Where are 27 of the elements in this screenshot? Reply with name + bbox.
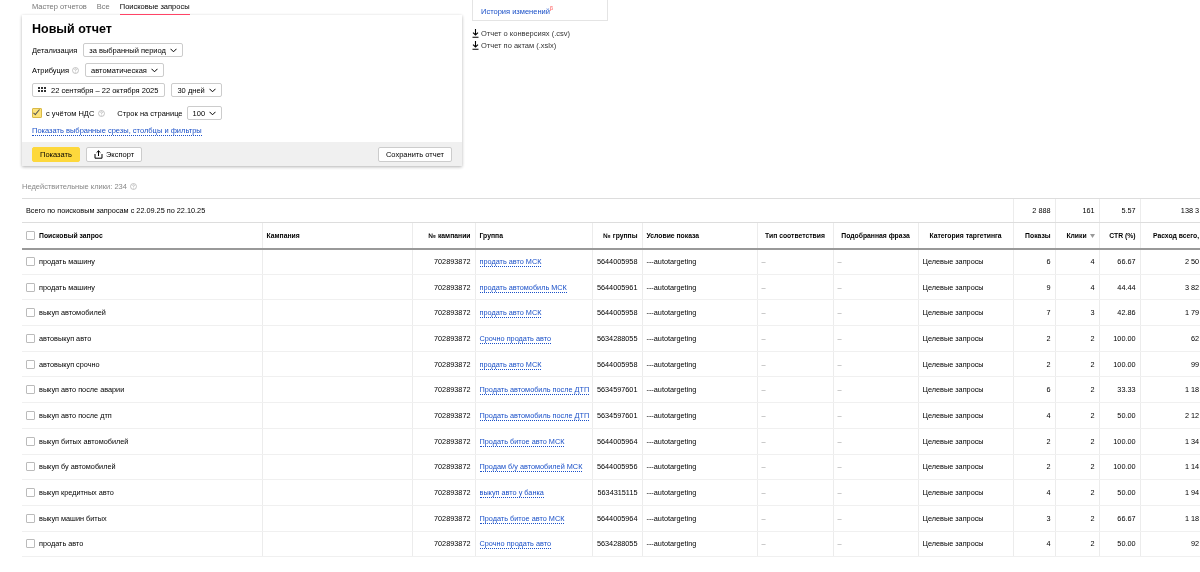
checkbox[interactable] bbox=[26, 539, 35, 549]
upload-icon bbox=[93, 149, 103, 159]
download-icon bbox=[472, 29, 479, 38]
checkbox[interactable] bbox=[26, 257, 35, 267]
checkbox[interactable] bbox=[26, 385, 35, 395]
help-icon bbox=[72, 66, 80, 74]
checkbox[interactable] bbox=[26, 410, 35, 420]
chevron-down-icon bbox=[208, 87, 216, 93]
checkbox[interactable] bbox=[26, 436, 35, 446]
chevron-down-icon bbox=[150, 67, 158, 73]
checkbox[interactable] bbox=[26, 488, 35, 498]
help-icon bbox=[98, 109, 106, 117]
checkbox[interactable] bbox=[26, 462, 35, 472]
checkbox[interactable] bbox=[26, 308, 35, 318]
checkbox[interactable] bbox=[26, 230, 35, 240]
help-icon bbox=[129, 183, 137, 190]
sort-down-icon[interactable] bbox=[1089, 233, 1095, 238]
checkbox[interactable] bbox=[26, 333, 35, 343]
chevron-down-icon bbox=[209, 110, 217, 116]
report-title: Новый отчет bbox=[32, 22, 113, 36]
checkbox[interactable] bbox=[32, 108, 42, 118]
checkbox[interactable] bbox=[26, 513, 35, 523]
checkbox[interactable] bbox=[26, 282, 35, 292]
calendar-icon bbox=[38, 86, 47, 94]
checkbox[interactable] bbox=[26, 359, 35, 369]
chevron-down-icon bbox=[169, 47, 177, 53]
download-icon bbox=[472, 41, 479, 50]
